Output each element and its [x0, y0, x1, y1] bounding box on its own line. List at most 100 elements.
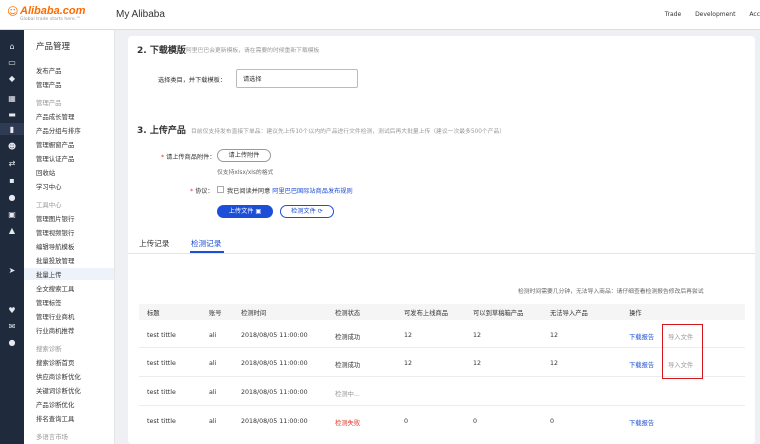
sidebar-item-growth[interactable]: 产品成长管理 [36, 112, 74, 121]
sidebar-item-ranking-tool[interactable]: 排名查询工具 [36, 414, 74, 423]
col-draft: 可以到草稿箱产品 [473, 310, 524, 317]
agreement-checkbox[interactable] [217, 186, 224, 193]
bank-icon[interactable]: ▲ [7, 226, 17, 236]
row-1-time: 2018/08/05 11:00:00 [241, 332, 308, 339]
table-header: 标题 账号 检测时间 检测状态 可发布上线商品 可以到草稿箱产品 无法导入产品 … [139, 304, 745, 320]
upload-file-button[interactable]: 上传文件 ▣ [217, 205, 273, 218]
heart-icon[interactable]: ♥ [7, 306, 17, 316]
sidebar-item-certified[interactable]: 管理认证产品 [36, 154, 74, 163]
sidebar-item-nav-template[interactable]: 编辑导航模板 [36, 242, 74, 251]
main-content: 2. 下载模版 阿里巴巴会更新模板，请在需要的时候重新下载模板 选择类目，并下载… [115, 30, 760, 444]
send-icon[interactable]: ➤ [7, 266, 17, 276]
check-notice: 检测时间需要几分钟，无法导入商品：请仔细查看检测报告修改后再尝试 [518, 289, 704, 295]
sidebar-item-batch-placement[interactable]: 批量投放管理 [36, 256, 74, 265]
row-1-failed: 12 [550, 332, 559, 339]
col-status: 检测状态 [335, 310, 361, 317]
sidebar-section-manage: 管理产品 [36, 99, 62, 107]
agreement-label: * 协议： [190, 188, 214, 195]
refresh-icon: ⟳ [317, 208, 323, 215]
sidebar-item-showcase[interactable]: 管理橱窗产品 [36, 140, 74, 149]
row-4-status: 检测失败 [335, 420, 361, 427]
row-2-status: 检测成功 [335, 362, 361, 369]
chart-icon[interactable]: ▮ [7, 125, 17, 135]
sidebar-section-tools: 工具中心 [36, 201, 62, 209]
category-select[interactable]: 请选择 [236, 69, 358, 88]
sidebar-item-learning[interactable]: 学习中心 [36, 182, 62, 191]
agreement-text: 我已阅读并同意 阿里巴巴国际站商品发布规则 [227, 188, 353, 195]
row-4-title: test tittle [147, 418, 176, 425]
row-1-title: test tittle [147, 332, 176, 339]
row-divider [139, 347, 745, 348]
sidebar-item-publish-product[interactable]: 发布产品 [36, 66, 62, 75]
row-1-status: 检测成功 [335, 334, 361, 341]
import-file-highlight-box [662, 324, 703, 379]
row-1-download-report-link[interactable]: 下载报告 [629, 332, 654, 341]
row-2-failed: 12 [550, 360, 559, 367]
attachment-format-hint: 仅支持xlsx/xls的格式 [217, 170, 274, 176]
tab-upload-records[interactable]: 上传记录 [139, 238, 169, 249]
mail-icon[interactable]: ✉ [7, 322, 17, 332]
top-links: Trade Development Acc [653, 11, 760, 18]
col-title: 标题 [147, 310, 160, 317]
download-heading: 2. 下载模版 [137, 46, 186, 56]
row-2-publishable: 12 [404, 360, 413, 367]
row-4-draft: 0 [473, 418, 478, 425]
row-4-download-report-link[interactable]: 下载报告 [629, 418, 654, 427]
sidebar-item-image-bank[interactable]: 管理图片银行 [36, 214, 74, 223]
top-link-development[interactable]: Development [695, 11, 735, 18]
upload-product-card: 3. 上传产品 目前仅支持发布直接下单品：建议先上传10个以内的产品进行文件检测… [128, 114, 755, 444]
shield-icon[interactable]: ◆ [7, 74, 17, 84]
download-hint: 阿里巴巴会更新模板，请在需要的时候重新下载模板 [186, 48, 320, 54]
sidebar-item-industry-leads[interactable]: 管理行业商机 [36, 312, 74, 321]
sidebar-section-search-diagnosis: 搜索诊断 [36, 345, 62, 353]
row-4-account: ali [209, 418, 217, 425]
sidebar-item-manage-products[interactable]: 管理产品 [36, 80, 62, 89]
category-select-label: 选择类目，并下载模板： [158, 77, 227, 84]
tab-check-records[interactable]: 检测记录 [191, 238, 221, 249]
user-icon[interactable]: ● [7, 338, 17, 348]
row-1-account: ali [209, 332, 217, 339]
row-4-publishable: 0 [404, 418, 409, 425]
sidebar-item-tags[interactable]: 管理标签 [36, 298, 62, 307]
row-3-status: 检测中... [335, 391, 360, 398]
row-2-draft: 12 [473, 360, 482, 367]
inbox-icon[interactable]: ▭ [7, 58, 17, 68]
attachment-label: * 请上传商品附件： [161, 154, 216, 161]
bag-icon[interactable]: ▣ [7, 210, 17, 220]
sidebar-item-keyword-diagnosis[interactable]: 关键词诊断优化 [36, 386, 81, 395]
grid-icon[interactable]: ▦ [7, 94, 17, 104]
sidebar-item-video-bank[interactable]: 管理视频银行 [36, 228, 74, 237]
top-bar: ☺ Alibaba.com Global trade starts here.™… [0, 0, 760, 30]
row-1-draft: 12 [473, 332, 482, 339]
sidebar-item-supplier-diagnosis[interactable]: 供应商诊断优化 [36, 372, 81, 381]
sidebar-item-fulltext-search[interactable]: 全文搜索工具 [36, 284, 74, 293]
sidebar-item-diagnosis-home[interactable]: 搜索诊断首页 [36, 358, 74, 367]
row-1-publishable: 12 [404, 332, 413, 339]
top-link-trade[interactable]: Trade [665, 11, 681, 18]
row-divider [139, 405, 745, 406]
check-file-button[interactable]: 检测文件 ⟳ [280, 205, 334, 218]
row-4-time: 2018/08/05 11:00:00 [241, 418, 308, 425]
sidebar-item-product-diagnosis[interactable]: 产品诊断优化 [36, 400, 74, 409]
message-icon[interactable]: ▬ [7, 110, 17, 120]
upload-hint: 目前仅支持发布直接下单品：建议先上传10个以内的产品进行文件检测，测试后再大批量… [191, 129, 506, 135]
top-link-account[interactable]: Acc [749, 11, 760, 18]
transfer-icon[interactable]: ⇄ [7, 159, 17, 169]
alibaba-logo[interactable]: ☺ Alibaba.com Global trade starts here.™ [7, 4, 101, 26]
wallet-icon[interactable]: ▪ [7, 176, 17, 186]
sidebar-item-leads-recommend[interactable]: 行业商机推荐 [36, 326, 74, 335]
globe-icon[interactable]: ● [7, 193, 17, 203]
row-2-title: test tittle [147, 360, 176, 367]
col-time: 检测时间 [241, 310, 267, 317]
users-icon[interactable]: ☻ [7, 142, 17, 152]
home-icon[interactable]: ⌂ [7, 42, 17, 52]
row-2-download-report-link[interactable]: 下载报告 [629, 360, 654, 369]
col-publishable: 可发布上线商品 [404, 310, 449, 317]
agreement-rules-link[interactable]: 阿里巴巴国际站商品发布规则 [272, 188, 352, 195]
sidebar-item-grouping[interactable]: 产品分组与排序 [36, 126, 81, 135]
upload-attachment-button[interactable]: 请上传附件 [217, 149, 271, 162]
sidebar-item-recycle-bin[interactable]: 回收站 [36, 168, 55, 177]
row-2-time: 2018/08/05 11:00:00 [241, 360, 308, 367]
alibaba-logo-icon: ☺ [7, 5, 19, 18]
sidebar-item-batch-upload[interactable]: 批量上传 [36, 270, 62, 279]
